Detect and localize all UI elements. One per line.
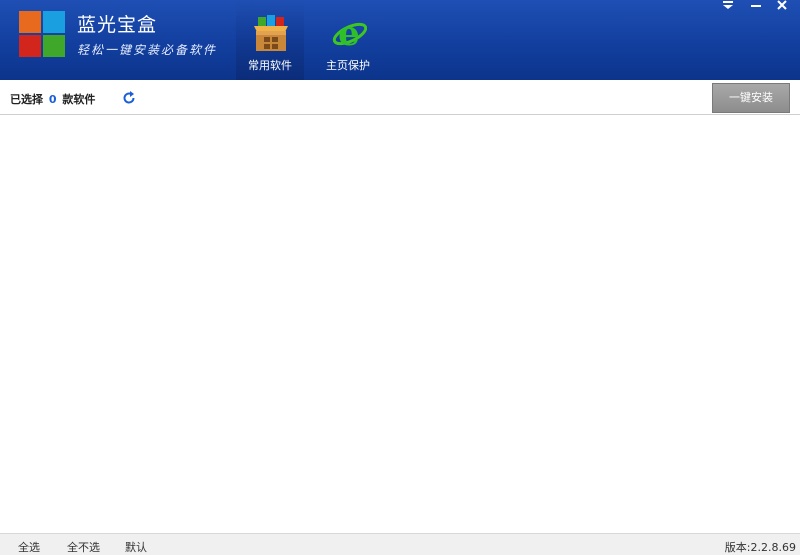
close-glyph-icon bbox=[777, 0, 787, 10]
toolbar: 已选择 0 款软件 bbox=[0, 80, 800, 115]
minimize-glyph-icon bbox=[751, 5, 761, 7]
logo-blue-square bbox=[43, 11, 65, 33]
minimize-icon[interactable] bbox=[746, 0, 766, 14]
selection-summary: 已选择 0 款软件 bbox=[10, 91, 95, 107]
select-none-link[interactable]: 全不选 bbox=[67, 539, 100, 555]
close-icon[interactable] bbox=[772, 0, 792, 14]
svg-text:e: e bbox=[338, 14, 360, 52]
logo-green-square bbox=[43, 35, 65, 57]
menu-lines-icon bbox=[723, 1, 733, 9]
select-all-link[interactable]: 全选 bbox=[18, 539, 40, 555]
menu-dropdown-icon[interactable] bbox=[718, 0, 738, 14]
ie-browser-icon: e bbox=[332, 14, 367, 52]
default-selection-link[interactable]: 默认 bbox=[125, 539, 147, 555]
tab-homepage-protection-label: 主页保护 bbox=[326, 59, 370, 72]
app-window: 蓝光宝盒 轻松一键安装必备软件 常用软件 e 主页保护 已选择 0 款软件 一键… bbox=[0, 0, 800, 555]
selection-count: 0 bbox=[48, 93, 57, 106]
app-logo-icon bbox=[19, 11, 65, 57]
refresh-icon[interactable] bbox=[122, 91, 136, 105]
software-box-icon bbox=[254, 15, 288, 51]
logo-red-square bbox=[19, 35, 41, 57]
software-list-area bbox=[0, 115, 800, 533]
version-label: 版本:2.2.8.69 bbox=[724, 541, 796, 554]
app-subtitle: 轻松一键安装必备软件 bbox=[77, 43, 218, 57]
one-click-install-button[interactable]: 一键安装 bbox=[712, 83, 790, 113]
footer-bar: 全选 全不选 默认 版本:2.2.8.69 bbox=[0, 533, 800, 555]
header-bar: 蓝光宝盒 轻松一键安装必备软件 常用软件 e 主页保护 bbox=[0, 0, 800, 80]
logo-orange-square bbox=[19, 11, 41, 33]
tab-homepage-protection[interactable]: e 主页保护 bbox=[314, 0, 382, 80]
tab-common-software[interactable]: 常用软件 bbox=[236, 0, 304, 80]
selection-suffix: 款软件 bbox=[62, 93, 96, 106]
tab-common-software-label: 常用软件 bbox=[248, 59, 292, 72]
selection-prefix: 已选择 bbox=[10, 93, 43, 106]
app-title: 蓝光宝盒 bbox=[77, 14, 158, 36]
